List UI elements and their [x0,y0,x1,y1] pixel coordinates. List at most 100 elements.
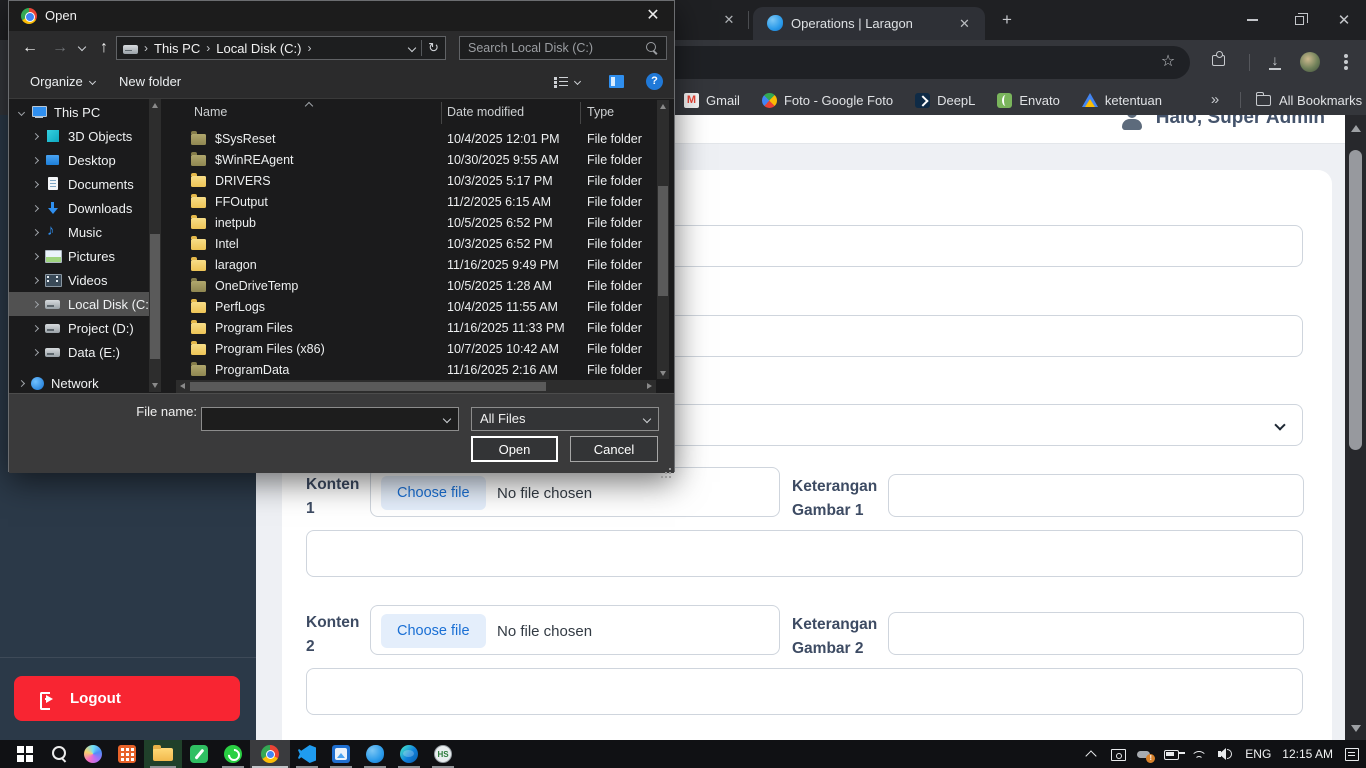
konten-1-textarea[interactable] [306,530,1303,577]
scroll-down-arrow-icon[interactable] [152,383,158,388]
tree-expander-chevron-icon[interactable] [18,108,25,115]
volume-icon[interactable] [1218,746,1234,762]
keterangan-2-input[interactable] [888,612,1304,655]
tree-item[interactable]: Data (E:) [9,340,155,364]
back-button[interactable]: ← [19,37,41,59]
scroll-down-arrow-icon[interactable] [660,371,666,376]
file-row[interactable]: DRIVERS 10/3/2025 5:17 PM File folder [176,171,656,192]
tree-item[interactable]: Music [9,220,155,244]
extensions-icon[interactable] [1212,55,1225,66]
tree-expander-chevron-icon[interactable] [32,204,39,211]
bookmark-star-icon[interactable]: ☆ [1158,52,1178,72]
tree-item[interactable]: Network [9,371,155,393]
view-mode-button[interactable] [554,65,580,98]
tree-scrollbar[interactable] [149,99,161,392]
new-tab-button[interactable]: + [998,11,1016,29]
logout-button[interactable]: Logout [14,676,240,721]
scroll-down-arrow-icon[interactable] [1351,725,1361,732]
tree-expander-chevron-icon[interactable] [32,300,39,307]
bookmark-item[interactable]: Foto - Google Foto [762,93,893,108]
column-header-date-modified[interactable]: Date modified [447,105,524,119]
choose-file-button[interactable]: Choose file [381,476,486,510]
tree-expander-chevron-icon[interactable] [32,228,39,235]
tree-expander-chevron-icon[interactable] [32,156,39,163]
column-header-name[interactable]: Name [194,105,227,119]
onedrive-warn-icon[interactable] [1137,746,1153,762]
tree-item[interactable]: Pictures [9,244,155,268]
taskbar-app-button[interactable] [8,740,42,768]
scroll-up-arrow-icon[interactable] [152,103,158,108]
taskbar-app-button[interactable] [76,740,110,768]
action-center-icon[interactable] [1344,746,1360,762]
file-list-horizontal-scrollbar[interactable] [176,380,656,393]
taskbar-app-button[interactable] [324,740,358,768]
battery-icon[interactable] [1164,746,1180,762]
file-name-combobox[interactable] [201,407,459,431]
konten-2-file-input[interactable]: Choose file No file chosen [370,605,780,655]
konten-1-file-input[interactable]: Choose file No file chosen [370,467,780,517]
resize-grip[interactable] [669,468,671,470]
scrollbar-thumb[interactable] [150,234,160,359]
file-row[interactable]: PerfLogs 10/4/2025 11:55 AM File folder [176,297,656,318]
tree-item[interactable]: Videos [9,268,155,292]
window-restore-button[interactable] [1279,0,1319,40]
tree-expander-chevron-icon[interactable] [18,379,25,386]
taskbar-app-button[interactable] [290,740,324,768]
taskbar-app-button[interactable] [110,740,144,768]
preview-pane-button[interactable] [609,65,624,98]
tab-operations-laragon[interactable]: Operations | Laragon ✕ [753,7,985,40]
taskbar-app-button[interactable] [182,740,216,768]
taskbar-app-button[interactable] [392,740,426,768]
file-row[interactable]: laragon 11/16/2025 9:49 PM File folder [176,255,656,276]
bookmark-item[interactable]: DeepL [915,93,975,108]
help-button[interactable]: ? [646,65,663,98]
file-row[interactable]: $SysReset 10/4/2025 12:01 PM File folder [176,129,656,150]
page-scrollbar[interactable] [1345,115,1366,740]
tab-close-icon[interactable]: ✕ [956,15,973,32]
taskbar-app-button[interactable] [216,740,250,768]
column-divider[interactable] [580,102,581,124]
breadcrumb[interactable]: › This PC › Local Disk (C:) › ↻ [116,36,446,60]
forward-button[interactable]: → [49,37,71,59]
search-icon[interactable] [646,42,658,54]
scrollbar-thumb[interactable] [190,382,546,391]
taskbar-app-button[interactable] [250,740,290,768]
cancel-button[interactable]: Cancel [570,436,658,462]
file-row[interactable]: inetpub 10/5/2025 6:52 PM File folder [176,213,656,234]
scroll-up-arrow-icon[interactable] [1351,125,1361,132]
breadcrumb-local-disk-c[interactable]: Local Disk (C:) [216,41,301,56]
organize-button[interactable]: Organize [30,65,95,98]
tree-expander-chevron-icon[interactable] [32,324,39,331]
scrollbar-thumb[interactable] [1349,150,1362,450]
tree-item[interactable]: This PC [9,100,155,124]
open-button[interactable]: Open [471,436,558,462]
taskbar-app-button[interactable] [144,740,182,768]
file-row[interactable]: FFOutput 11/2/2025 6:15 AM File folder [176,192,656,213]
tree-item[interactable]: Local Disk (C:) [9,292,155,316]
tree-item[interactable]: Documents [9,172,155,196]
scroll-left-arrow-icon[interactable] [180,383,185,389]
downloads-icon[interactable]: ↓ [1266,52,1284,72]
language-indicator[interactable]: ENG [1245,747,1271,761]
bookmark-item[interactable]: Gmail [684,93,740,108]
address-dropdown-chevron-icon[interactable] [408,44,416,52]
file-name-input[interactable] [206,409,426,429]
file-row[interactable]: OneDriveTemp 10/5/2025 1:28 AM File fold… [176,276,656,297]
file-row[interactable]: Program Files 11/16/2025 11:33 PM File f… [176,318,656,339]
scroll-up-arrow-icon[interactable] [660,104,666,109]
all-bookmarks-button[interactable]: All Bookmarks [1256,85,1362,115]
file-row[interactable]: ProgramData 11/16/2025 2:16 AM File fold… [176,360,656,381]
dialog-title-bar[interactable]: Open ✕ [9,1,674,31]
recent-locations-chevron-icon[interactable] [78,43,86,51]
bookmarks-overflow-button[interactable]: » [1205,90,1225,110]
screen-cast-icon[interactable] [1110,746,1126,762]
clock[interactable]: 12:15 AM [1282,747,1333,761]
column-header-type[interactable]: Type [587,105,614,119]
bookmark-item[interactable]: ketentuan [1082,93,1162,108]
tree-item[interactable]: 3D Objects [9,124,155,148]
file-type-select[interactable]: All Files [471,407,659,431]
tray-chevron-icon[interactable] [1083,746,1099,762]
tree-item[interactable]: Downloads [9,196,155,220]
file-row[interactable]: Program Files (x86) 10/7/2025 10:42 AM F… [176,339,656,360]
column-divider[interactable] [441,102,442,124]
